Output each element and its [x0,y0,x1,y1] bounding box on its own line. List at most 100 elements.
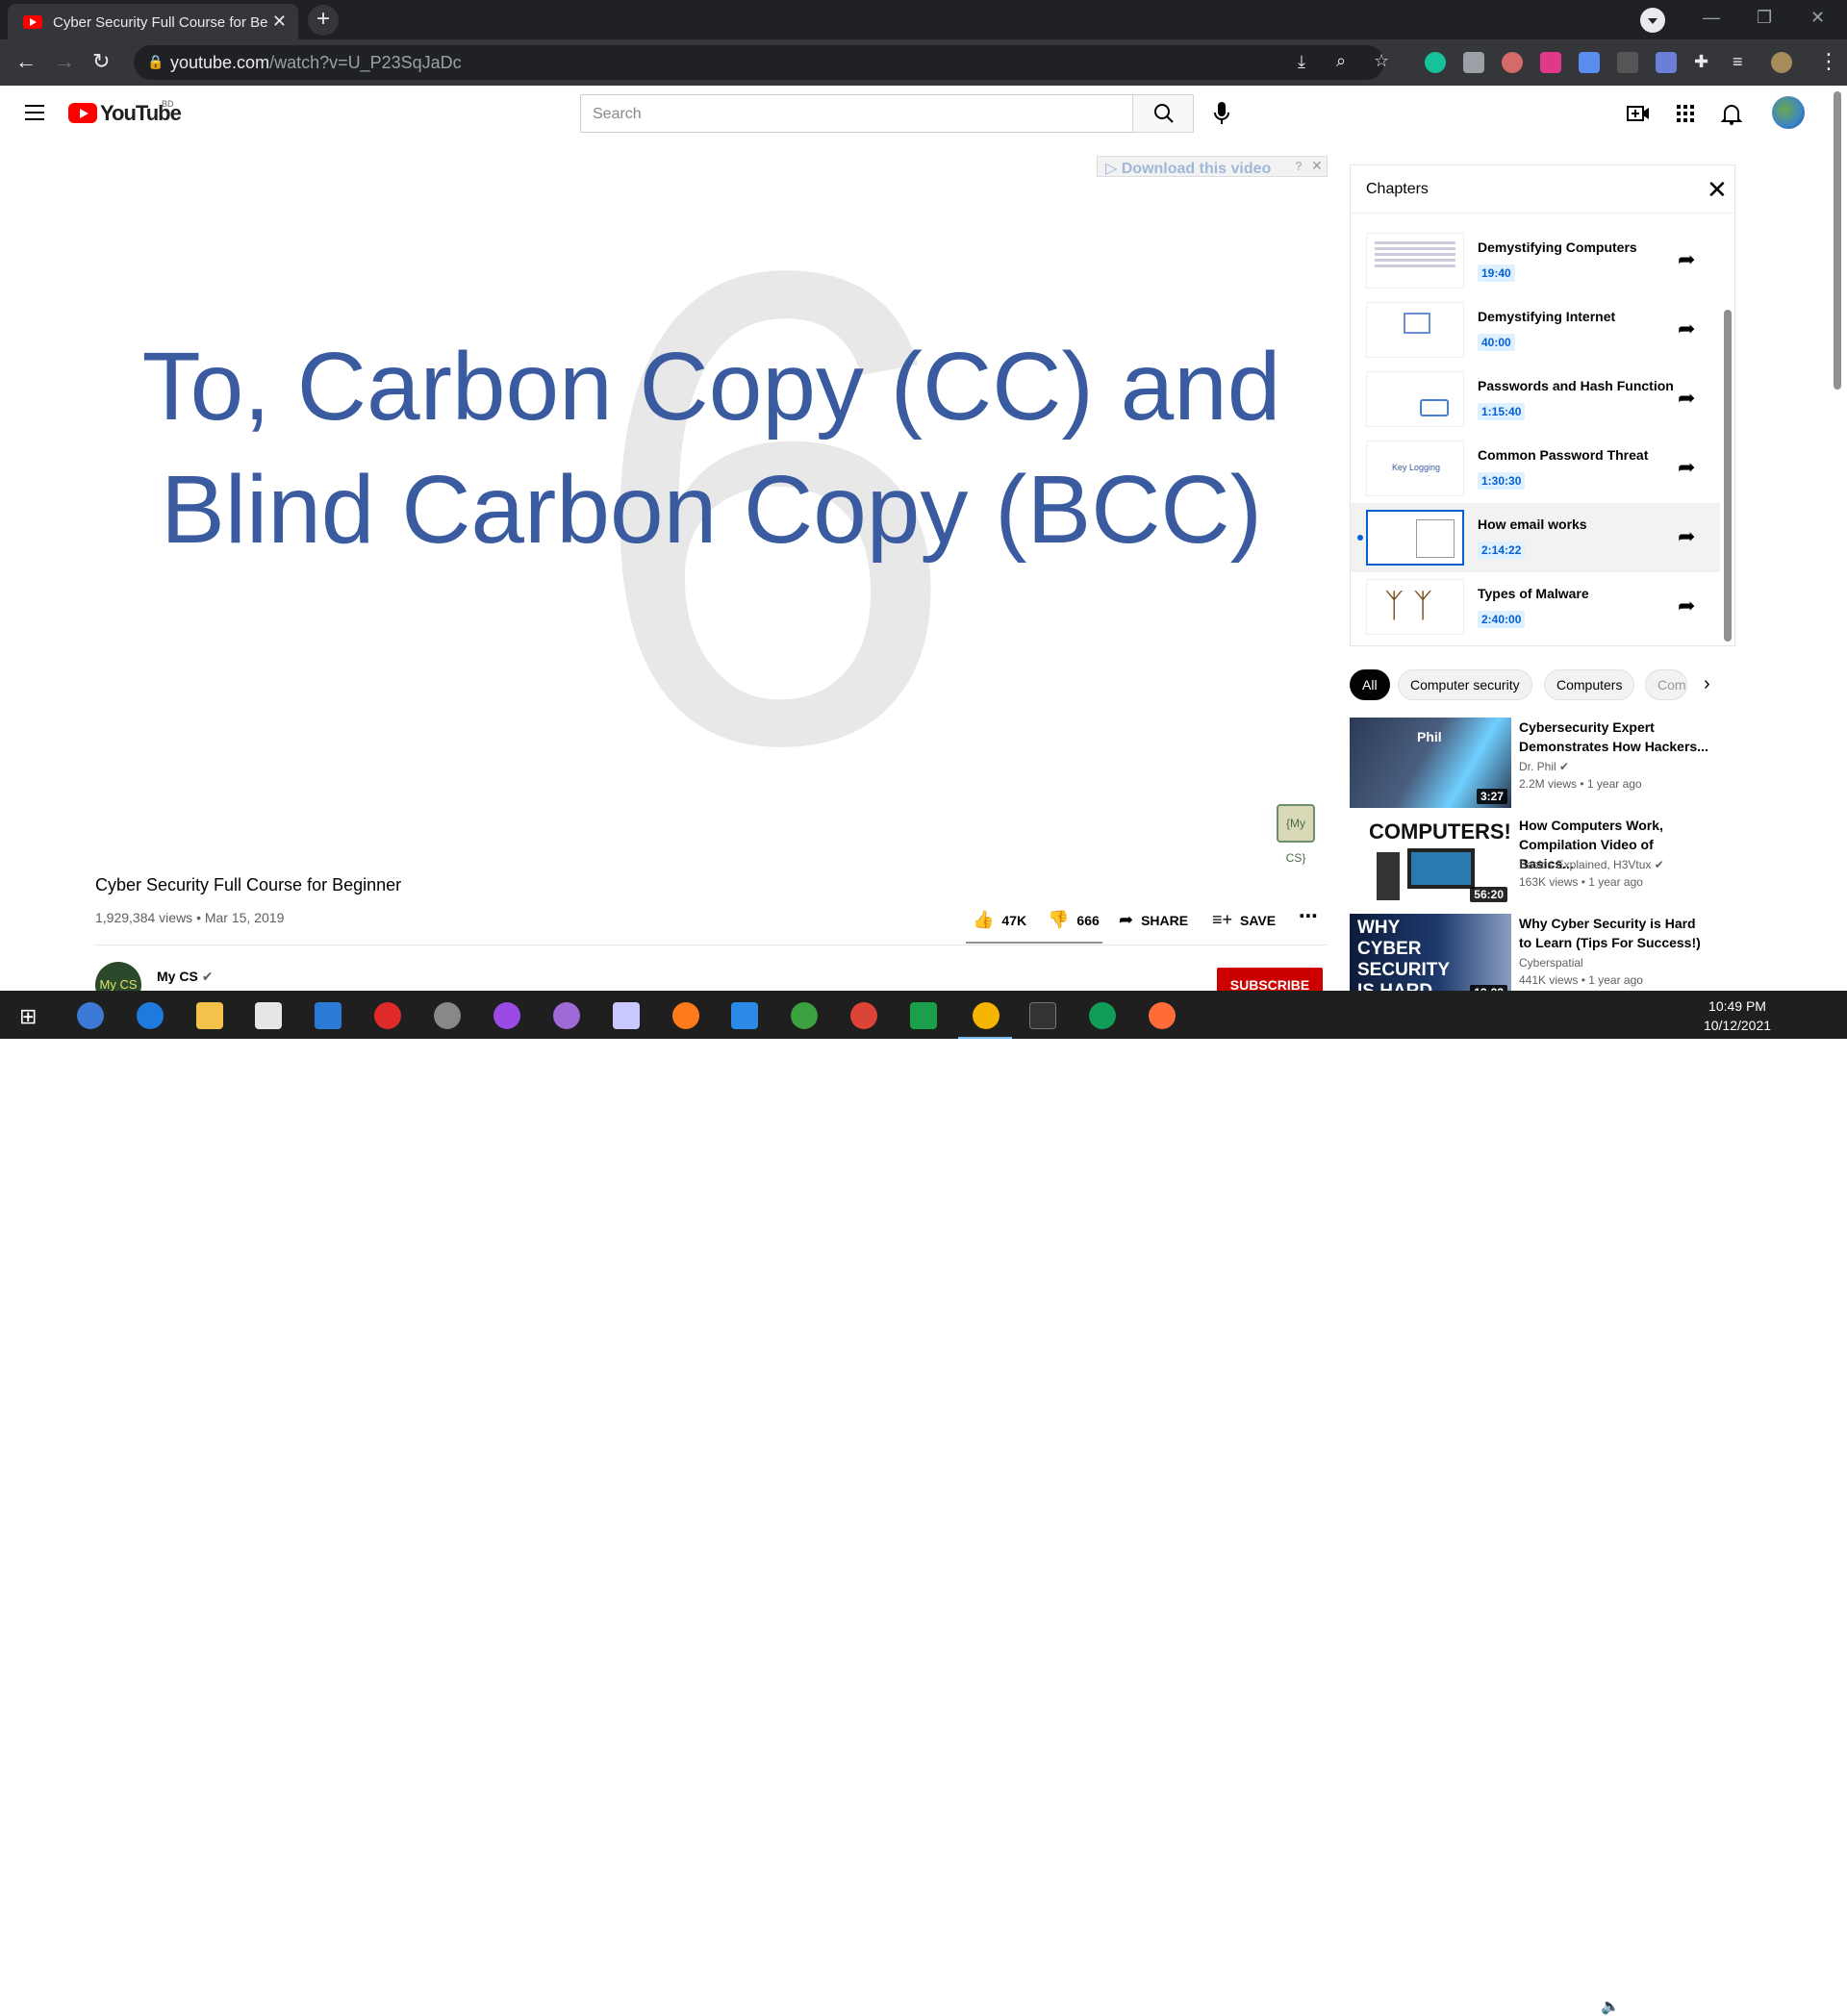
play-extension-icon[interactable] [1540,52,1561,73]
chapter-item[interactable]: Key Logging Common Password Threat 1:30:… [1351,434,1720,503]
chapter-item[interactable]: Demystifying Computers 19:40 ➦ [1351,226,1720,295]
file-explorer-icon[interactable] [196,1002,223,1029]
share-icon[interactable]: ➦ [1678,316,1695,341]
extensions-puzzle-icon[interactable]: ✚ [1694,52,1715,73]
zoom-icon[interactable]: ⌕ [1336,51,1346,71]
share-icon[interactable]: ➦ [1678,524,1695,549]
address-bar[interactable]: 🔒 youtube.com/watch?v=U_P23SqJaDc ⤓ ⌕ ☆ [134,45,1389,80]
chapter-item[interactable]: ᛉ ᛉ Types of Malware 2:40:00 ➦ [1351,572,1720,642]
volume-icon[interactable]: 🔈 [1601,1997,1620,2016]
chapter-time[interactable]: 40:00 [1478,334,1515,351]
share-icon[interactable]: ➦ [1678,386,1695,411]
recommended-video[interactable]: COMPUTERS! 56:20 How Computers Work, Com… [1350,816,1754,906]
video-thumbnail[interactable]: Phil 3:27 [1350,718,1511,808]
pycharm-icon[interactable] [910,1002,937,1029]
browser-tab[interactable]: Cyber Security Full Course for Be ✕ [8,4,298,39]
channel-watermark[interactable]: {My CS} [1277,804,1315,865]
browser-menu-icon[interactable]: ⋮ [1818,51,1839,72]
chapters-scrollbar[interactable] [1724,310,1732,642]
search-input[interactable]: Search [580,94,1133,133]
terminal-icon[interactable] [1029,1002,1056,1029]
pen-extension-icon[interactable] [1656,52,1677,73]
chapter-item[interactable]: Demystifying Internet 40:00 ➦ [1351,295,1720,365]
keyboard-icon[interactable]: ⌨ [1670,1997,1692,2016]
satellite-app-icon[interactable] [434,1002,461,1029]
chrome-active-icon[interactable] [973,1002,999,1029]
chevron-right-icon[interactable]: › [1704,673,1710,695]
share-icon[interactable]: ➦ [1678,593,1695,618]
account-avatar[interactable] [1772,96,1805,129]
show-hidden-icons-icon[interactable]: ⌃ [1543,1997,1556,2016]
grammarly-extension-icon[interactable] [1425,52,1446,73]
apps-grid-icon[interactable] [1673,101,1698,126]
vscode-icon[interactable] [731,1002,758,1029]
edge-icon[interactable] [137,1002,164,1029]
chapter-time[interactable]: 2:14:22 [1478,542,1526,559]
mail-icon[interactable] [315,1002,342,1029]
chip-all[interactable]: All [1350,669,1390,700]
chapter-time[interactable]: 2:40:00 [1478,611,1526,628]
recommended-video[interactable]: Phil 3:27 Cybersecurity Expert Demonstra… [1350,718,1754,808]
chapter-time[interactable]: 1:15:40 [1478,403,1526,420]
microphone-icon[interactable] [1209,99,1234,128]
close-download-bar-icon[interactable]: ✕ [1311,158,1323,174]
reload-icon[interactable]: ↻ [92,51,110,72]
wifi-icon[interactable]: ≋ [1576,1997,1588,2016]
new-tab-button[interactable]: + [308,5,339,36]
back-icon[interactable]: ← [15,51,37,72]
paint-icon[interactable] [613,1002,640,1029]
share-icon[interactable]: ➦ [1678,247,1695,272]
notification-center-icon[interactable]: ▭ [1805,1997,1819,2016]
tab-search-icon[interactable] [1640,8,1665,33]
create-video-icon[interactable] [1626,101,1651,126]
firefox-icon[interactable] [672,1002,699,1029]
chapter-item[interactable]: Passwords and Hash Function 1:15:40 ➦ [1351,365,1720,434]
download-video-bar[interactable]: ▷ Download this video ? ✕ [1097,156,1328,177]
chrome-icon[interactable] [850,1002,877,1029]
profile-avatar-icon[interactable] [1771,52,1792,73]
video-player[interactable]: 6 To, Carbon Copy (CC) and Blind Carbon … [95,162,1328,854]
forward-icon[interactable]: → [54,51,75,72]
close-chapters-icon[interactable]: ✕ [1707,175,1728,205]
lock-icon[interactable]: 🔒 [147,54,164,70]
opera-icon[interactable] [374,1002,401,1029]
qbittorrent-icon[interactable] [77,1002,104,1029]
more-actions-button[interactable]: ⋯ [1299,904,1318,928]
globe-app-icon[interactable] [791,1002,818,1029]
notifications-bell-icon[interactable] [1719,101,1744,126]
colorful-extension-icon[interactable] [1502,52,1523,73]
pen-icon[interactable]: ✎ [1635,1997,1648,2016]
install-icon[interactable]: ⤓ [1298,52,1305,72]
search-button[interactable] [1132,94,1194,133]
chapter-item-active[interactable]: How email works 2:14:22 ➦ [1351,503,1720,572]
chapter-time[interactable]: 1:30:30 [1478,472,1526,490]
chapter-time[interactable]: 19:40 [1478,265,1515,282]
reading-list-icon[interactable]: ≡ [1733,52,1754,73]
taskbar-clock[interactable]: 10:49 PM 10/12/2021 [1689,996,1785,1035]
chip-computer-security[interactable]: Computer security [1398,669,1532,700]
save-button[interactable]: ≡+ SAVE [1212,910,1276,930]
download-extension-icon[interactable] [1579,52,1600,73]
share-icon[interactable]: ➦ [1678,455,1695,480]
close-window-icon[interactable]: ✕ [1810,8,1825,28]
share-button[interactable]: ➦ SHARE [1119,910,1188,930]
minimize-icon[interactable]: — [1703,8,1720,28]
restore-icon[interactable]: ❐ [1757,8,1772,28]
postman-icon[interactable] [1149,1002,1176,1029]
bookmark-star-icon[interactable]: ☆ [1374,51,1389,71]
github-icon[interactable] [553,1002,580,1029]
chrome-profile-icon[interactable] [1089,1002,1116,1029]
microsoft-store-icon[interactable] [255,1002,282,1029]
screen-extension-icon[interactable] [1617,52,1638,73]
video-thumbnail[interactable]: COMPUTERS! 56:20 [1350,816,1511,906]
chip-com[interactable]: Com [1645,669,1687,700]
messenger-icon[interactable] [493,1002,520,1029]
camera-extension-icon[interactable] [1463,52,1484,73]
like-button[interactable]: 👍 47K [973,910,1026,930]
channel-name[interactable]: My CS ✔ [157,969,213,985]
help-icon[interactable]: ? [1295,159,1303,173]
windows-start-icon[interactable]: ⊞ [19,1004,37,1029]
close-tab-icon[interactable]: ✕ [272,12,287,32]
menu-icon[interactable] [25,105,44,125]
chip-computers[interactable]: Computers [1544,669,1635,700]
